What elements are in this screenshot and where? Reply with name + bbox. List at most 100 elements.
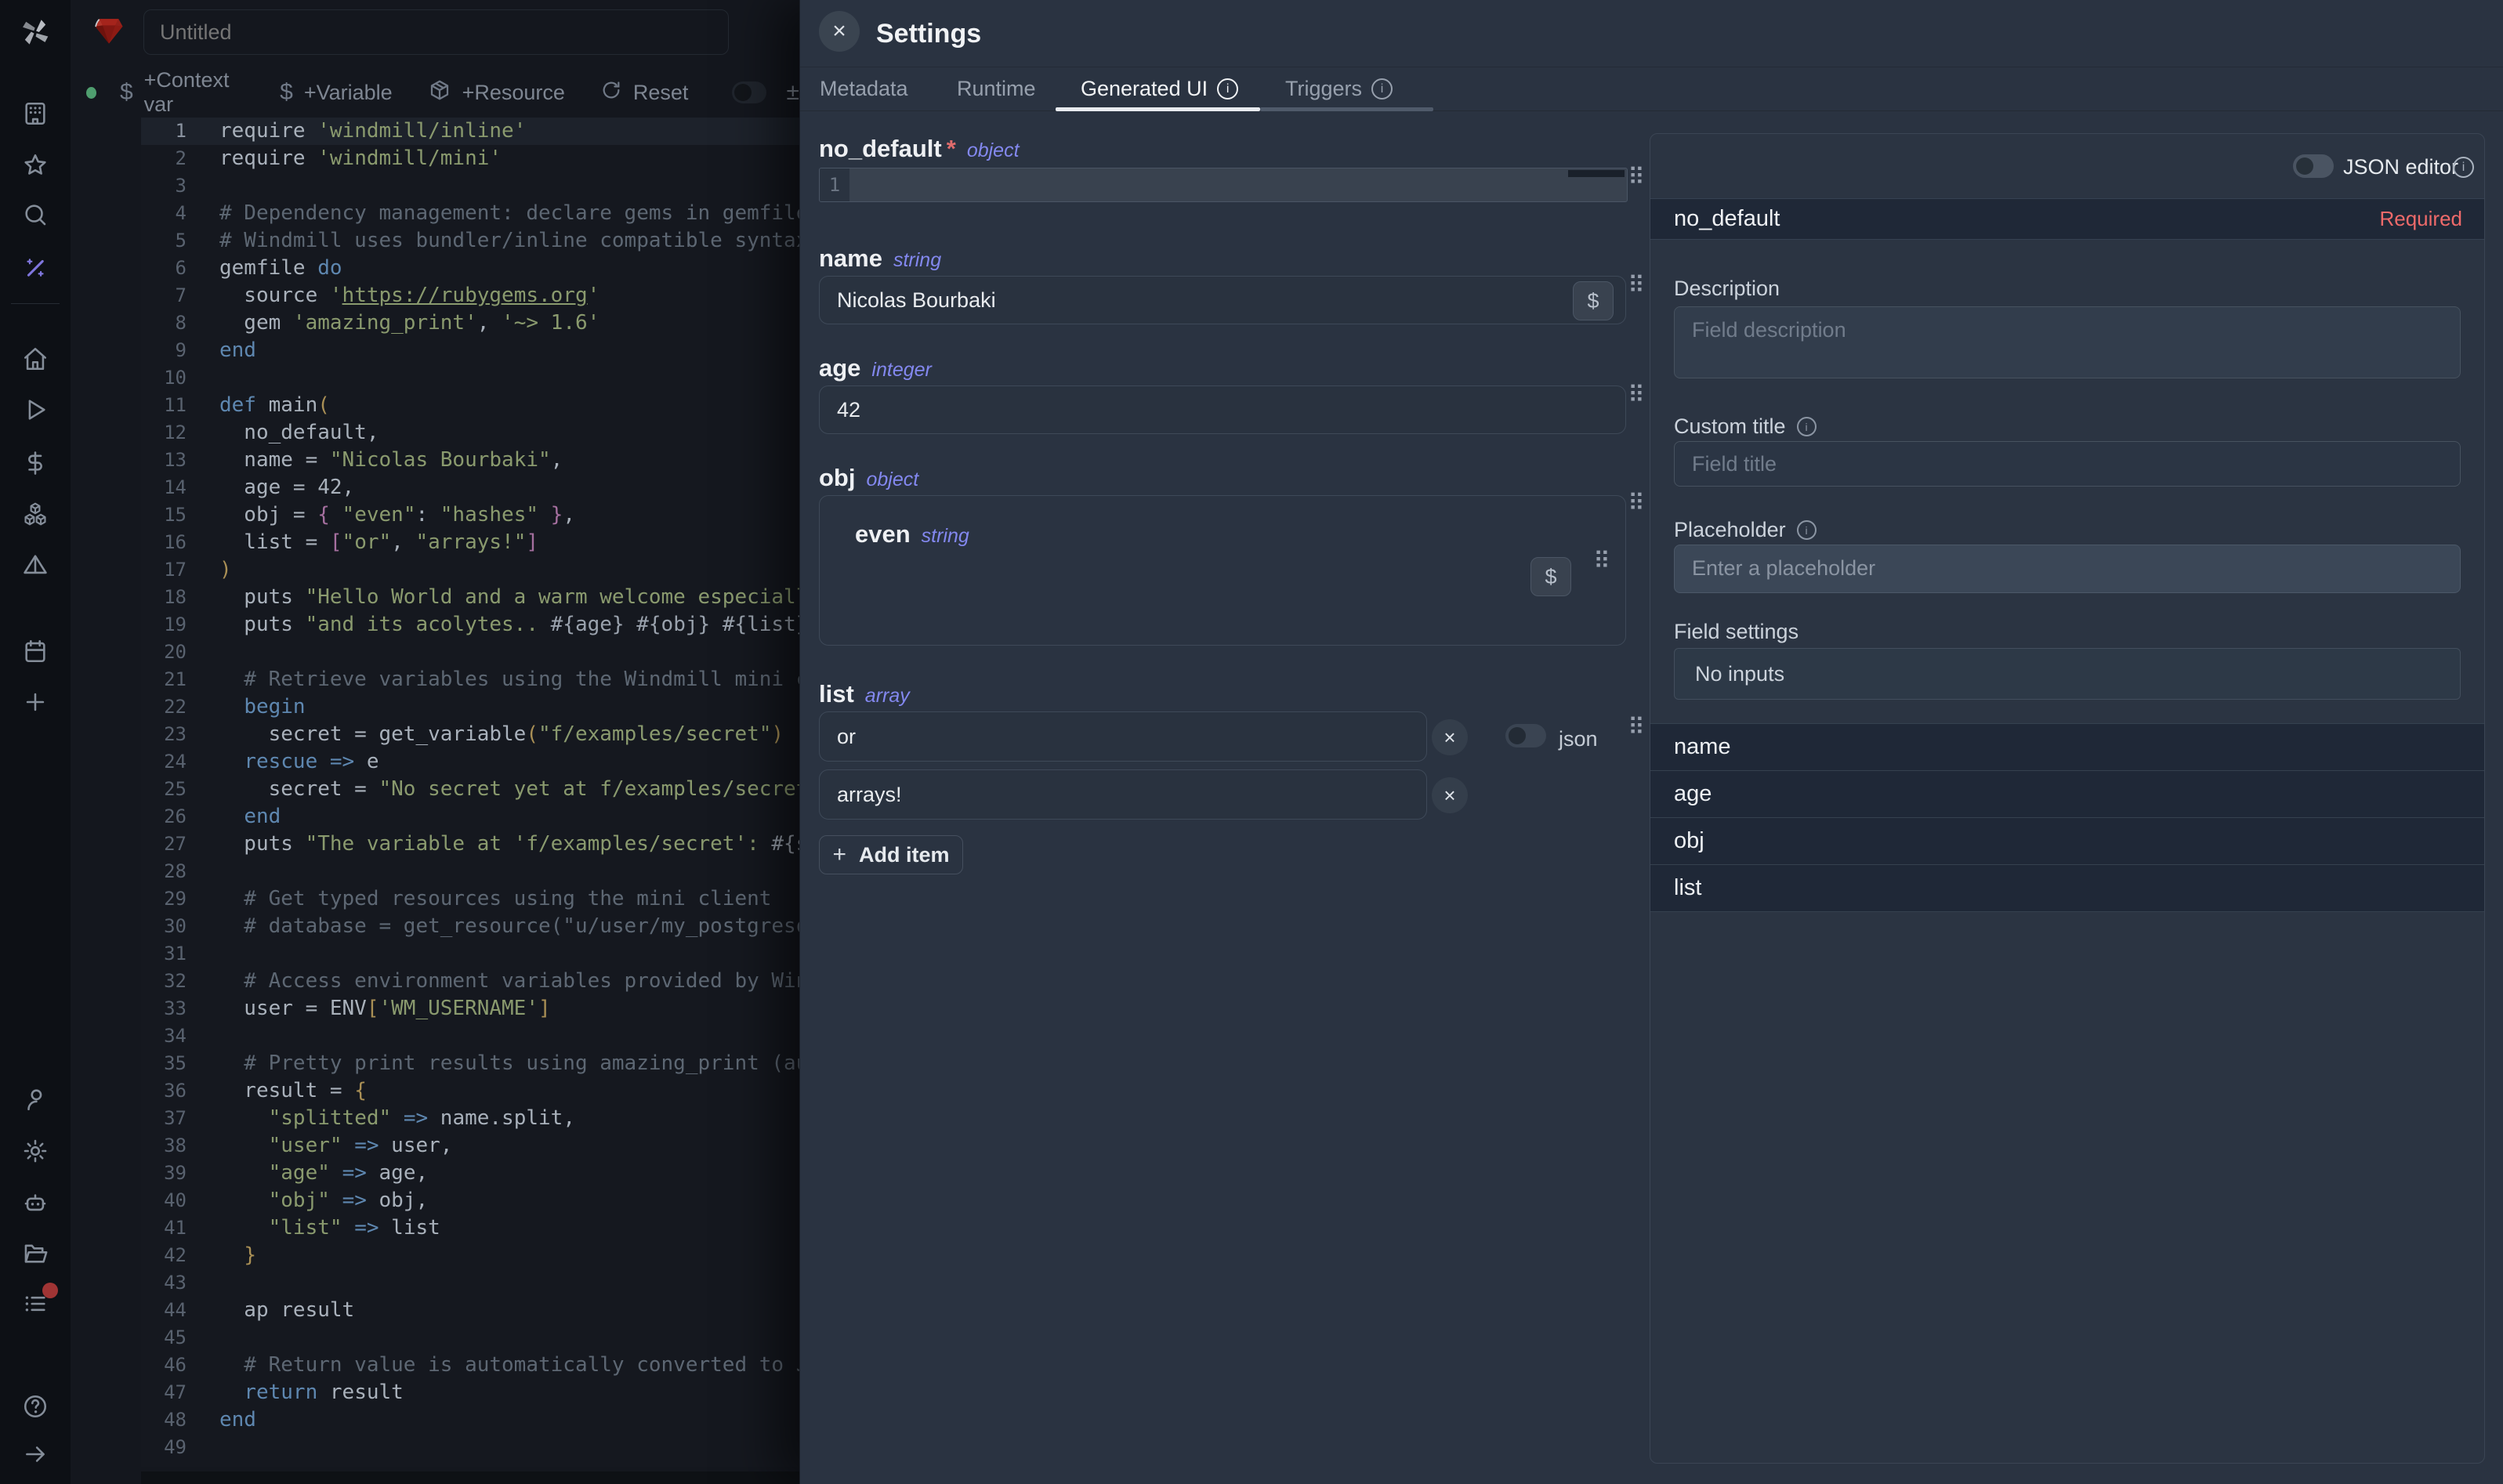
- code-line: 5# Windmill uses bundler/inline compatib…: [141, 227, 870, 255]
- windmill-app: $ +Context var $ +Variable +Resource: [0, 0, 2503, 1484]
- tab-metadata[interactable]: Metadata: [820, 77, 908, 101]
- field-row-age[interactable]: age: [1650, 771, 2484, 818]
- insert-variable-button[interactable]: $: [1530, 557, 1571, 596]
- tab-runtime[interactable]: Runtime: [957, 77, 1036, 101]
- add-variable-button[interactable]: $ +Variable: [280, 79, 393, 106]
- package-icon: [428, 78, 451, 107]
- diff-toggle[interactable]: [732, 81, 766, 103]
- calendar-icon[interactable]: [22, 638, 49, 664]
- arrow-right-icon[interactable]: [22, 1441, 49, 1468]
- boxes-icon[interactable]: [22, 501, 49, 527]
- code-line: 18 puts "Hello World and a warm welcome …: [141, 584, 870, 611]
- list-item-input-0[interactable]: [819, 711, 1427, 762]
- code-line: 34: [141, 1023, 870, 1050]
- description-textarea[interactable]: [1674, 306, 2461, 378]
- add-context-var-label: +Context var: [144, 68, 245, 117]
- windmill-logo-icon[interactable]: [18, 15, 53, 49]
- code-line: 15 obj = { "even": "hashes" },: [141, 501, 870, 529]
- runs-list-icon[interactable]: [22, 1290, 49, 1317]
- remove-item-icon[interactable]: ×: [1432, 777, 1468, 813]
- drag-handle-icon[interactable]: ⠿: [1628, 166, 1645, 190]
- field-row-name[interactable]: name: [1650, 723, 2484, 771]
- code-line: 42 }: [141, 1242, 870, 1269]
- field-row-obj[interactable]: obj: [1650, 818, 2484, 865]
- add-context-var-button[interactable]: $ +Context var: [120, 68, 245, 117]
- custom-title-label: Custom title i: [1674, 414, 1817, 439]
- code-line: 27 puts "The variable at 'f/examples/sec…: [141, 831, 870, 858]
- code-line: 36 result = {: [141, 1077, 870, 1105]
- drag-handle-icon[interactable]: ⠿: [1628, 274, 1645, 298]
- code-line: 8 gem 'amazing_print', '~> 1.6': [141, 309, 870, 337]
- tab-generated-ui[interactable]: Generated UI i: [1081, 77, 1238, 101]
- reset-icon: [600, 79, 622, 107]
- gear-icon[interactable]: [22, 1138, 49, 1164]
- code-line: 44 ap result: [141, 1297, 870, 1324]
- field-label-even: even string: [855, 520, 969, 548]
- pyramid-icon[interactable]: [22, 552, 49, 578]
- bot-icon[interactable]: [22, 1189, 49, 1215]
- magic-wand-icon[interactable]: [22, 255, 49, 281]
- user-icon[interactable]: [22, 1086, 49, 1113]
- add-variable-label: +Variable: [304, 81, 393, 105]
- script-title-input[interactable]: [143, 9, 729, 55]
- folder-open-icon[interactable]: [22, 1240, 49, 1266]
- info-icon: i: [2453, 157, 2474, 178]
- building-icon[interactable]: [22, 100, 49, 127]
- json-editor-label: JSON editor: [2343, 155, 2458, 179]
- code-line: 45: [141, 1324, 870, 1352]
- add-resource-label: +Resource: [462, 81, 565, 105]
- code-line: 10: [141, 364, 870, 392]
- remove-item-icon[interactable]: ×: [1432, 719, 1468, 755]
- dollar-icon[interactable]: [22, 450, 49, 476]
- play-icon[interactable]: [22, 396, 49, 423]
- json-editor-toggle[interactable]: [2293, 154, 2334, 178]
- add-item-button[interactable]: + Add item: [819, 835, 963, 874]
- help-icon[interactable]: [22, 1393, 49, 1420]
- plus-icon: +: [832, 842, 846, 868]
- code-line: 20: [141, 639, 870, 666]
- search-icon[interactable]: [22, 201, 49, 228]
- tab-triggers[interactable]: Triggers i: [1285, 77, 1393, 101]
- diff-mode-icon[interactable]: ±: [787, 79, 799, 106]
- list-item-input-1[interactable]: [819, 769, 1427, 820]
- drag-handle-icon[interactable]: ⠿: [1628, 716, 1645, 740]
- placeholder-textarea[interactable]: [1674, 545, 2461, 593]
- drag-handle-icon[interactable]: ⠿: [1628, 492, 1645, 516]
- drag-handle-icon[interactable]: ⠿: [1628, 384, 1645, 407]
- custom-title-input[interactable]: [1674, 441, 2461, 487]
- field-row-list: name age obj list: [1650, 723, 2484, 912]
- code-line: 7 source 'https://rubygems.org': [141, 282, 870, 309]
- plus-icon[interactable]: [22, 689, 49, 715]
- dollar-icon: $: [280, 79, 293, 106]
- json-toggle[interactable]: [1505, 724, 1546, 747]
- field-row-list[interactable]: list: [1650, 865, 2484, 912]
- field-inspector-panel: JSON editor i no_default Required Descri…: [1650, 133, 2485, 1464]
- code-editor[interactable]: 1require 'windmill/inline'2require 'wind…: [141, 118, 870, 1467]
- add-resource-button[interactable]: +Resource: [428, 78, 565, 107]
- code-line: 9end: [141, 337, 870, 364]
- drag-handle-icon[interactable]: ⠿: [1593, 550, 1610, 574]
- selected-field-row[interactable]: no_default Required: [1650, 198, 2484, 240]
- editor-workspace: $ +Context var $ +Variable +Resource: [71, 0, 799, 1484]
- no-default-object-editor[interactable]: 1: [819, 168, 1628, 202]
- reset-button[interactable]: Reset: [600, 79, 689, 107]
- editor-line-number: 1: [820, 168, 849, 201]
- code-line: 48end: [141, 1406, 870, 1434]
- triggers-tab-underline: [1260, 107, 1433, 111]
- code-line: 25 secret = "No secret yet at f/examples…: [141, 776, 870, 803]
- close-icon[interactable]: ×: [819, 11, 860, 52]
- home-icon[interactable]: [22, 346, 49, 372]
- editor-bottom-strip: [141, 1471, 870, 1484]
- code-line: 32 # Access environment variables provid…: [141, 968, 870, 995]
- name-field-input[interactable]: [819, 276, 1626, 324]
- age-field-input[interactable]: [819, 385, 1626, 434]
- insert-variable-button[interactable]: $: [1573, 281, 1614, 320]
- code-line: 38 "user" => user,: [141, 1132, 870, 1160]
- field-label-obj: obj object: [819, 464, 918, 492]
- star-icon[interactable]: [22, 152, 49, 179]
- sidebar-divider: [11, 303, 60, 304]
- code-line: 4# Dependency management: declare gems i…: [141, 200, 870, 227]
- editor-scroll-thumb[interactable]: [1568, 170, 1625, 177]
- active-tab-underline: [1056, 107, 1260, 111]
- code-line: 46 # Return value is automatically conve…: [141, 1352, 870, 1379]
